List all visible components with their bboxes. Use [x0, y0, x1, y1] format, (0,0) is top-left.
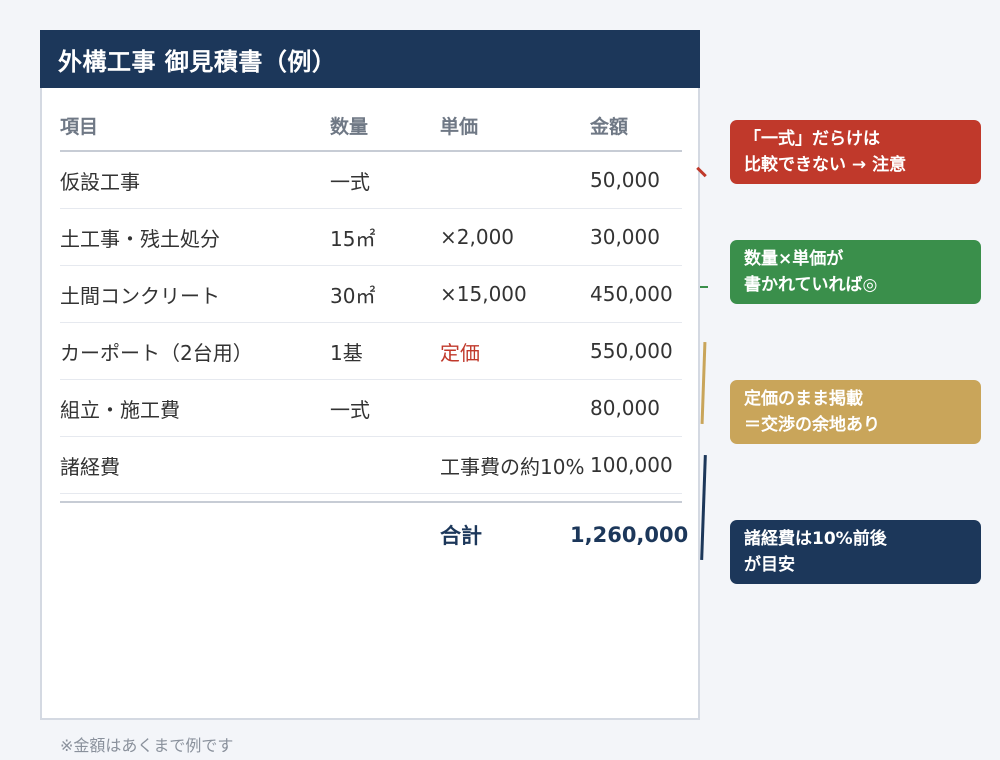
row-qty: 1基 [330, 340, 363, 365]
row-item: 組立・施工費 [60, 397, 180, 422]
row-unit-price: ×2,000 [440, 225, 515, 249]
row-item: 仮設工事 [60, 169, 140, 194]
table-row: 仮設工事 一式 50,000 [60, 152, 682, 209]
callout-text: 書かれていれば◎ [744, 275, 878, 295]
callout-lump-sum-warning: 「一式」だらけは 比較できない → 注意 [730, 120, 981, 184]
table-row: 土工事・残土処分 15㎡ ×2,000 30,000 [60, 209, 682, 266]
callout-qty-unit-price-good: 数量×単価が 書かれていれば◎ [730, 240, 981, 304]
footnote: ※金額はあくまで例です [60, 736, 234, 755]
row-item: 土工事・残土処分 [60, 226, 220, 251]
estimate-title: 外構工事 御見積書（例） [58, 47, 337, 76]
column-header-amount: 金額 [590, 116, 629, 138]
row-qty: 一式 [330, 397, 370, 422]
total-row: 合計 1,260,000 [60, 501, 689, 567]
callout-text: 諸経費は10%前後 [744, 529, 887, 549]
column-header-item: 項目 [60, 116, 99, 138]
table-row: 諸経費 工事費の約10% 100,000 [60, 437, 682, 494]
column-header-unit-price: 単価 [440, 116, 479, 138]
row-amount: 100,000 [590, 453, 673, 477]
row-unit-price: ×15,000 [440, 282, 527, 306]
estimate-card: 外構工事 御見積書（例） 項目 数量 単価 金額 仮設工事 一式 50,000 … [40, 30, 700, 720]
callout-connector-3 [700, 341, 707, 425]
row-unit-price: 工事費の約10% [440, 454, 585, 479]
row-amount: 450,000 [590, 282, 673, 306]
callout-connector-4 [700, 454, 707, 561]
total-value: 1,260,000 [570, 523, 689, 547]
callout-overhead-guideline: 諸経費は10%前後 が目安 [730, 520, 981, 584]
row-amount: 50,000 [590, 168, 660, 192]
total-label: 合計 [440, 524, 482, 548]
row-qty: 30㎡ [330, 283, 376, 308]
row-qty: 一式 [330, 169, 370, 194]
table-header-row: 項目 数量 単価 金額 [60, 112, 682, 152]
row-qty: 15㎡ [330, 226, 376, 251]
callout-text: 数量×単価が [744, 249, 844, 269]
callout-connector-2 [700, 286, 708, 288]
table-row: カーポート（2台用） 1基 定価 550,000 [60, 323, 682, 380]
callout-text: ＝交渉の余地あり [744, 415, 880, 435]
row-item: カーポート（2台用） [60, 340, 253, 365]
table-row: 土間コンクリート 30㎡ ×15,000 450,000 [60, 266, 682, 323]
estimate-header: 外構工事 御見積書（例） [40, 30, 700, 88]
callout-text: 比較できない → 注意 [744, 155, 907, 175]
column-header-qty: 数量 [330, 116, 369, 138]
row-item: 諸経費 [60, 454, 120, 479]
callout-text: 定価のまま掲載 [744, 389, 863, 409]
row-amount: 550,000 [590, 339, 673, 363]
row-amount: 80,000 [590, 396, 660, 420]
row-unit-price-list-price: 定価 [440, 340, 480, 365]
callout-text: 「一式」だらけは [744, 129, 880, 149]
callout-text: が目安 [744, 555, 795, 575]
estimate-table: 項目 数量 単価 金額 仮設工事 一式 50,000 土工事・残土処分 15㎡ … [60, 112, 689, 567]
row-item: 土間コンクリート [60, 283, 220, 308]
callout-list-price-negotiable: 定価のまま掲載 ＝交渉の余地あり [730, 380, 981, 444]
table-row: 組立・施工費 一式 80,000 [60, 380, 682, 437]
row-amount: 30,000 [590, 225, 660, 249]
